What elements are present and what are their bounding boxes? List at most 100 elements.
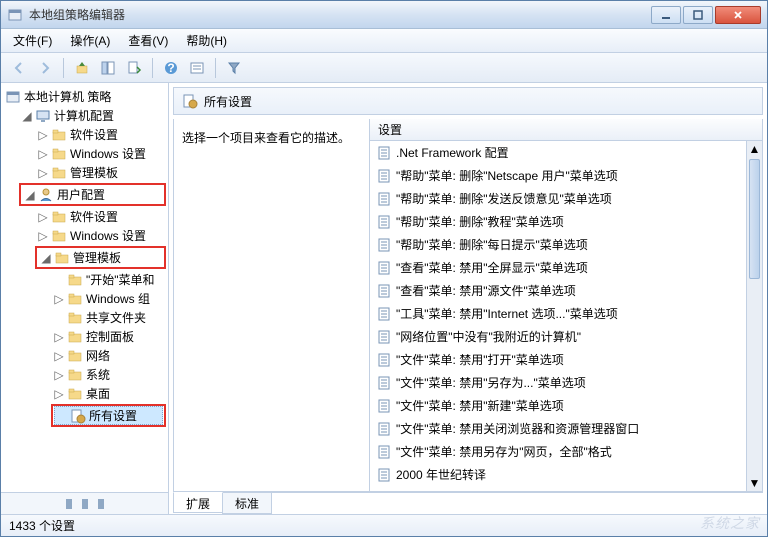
tree-cc-windows[interactable]: ▷Windows 设置: [35, 144, 166, 163]
policy-root-icon: [5, 89, 21, 105]
tree-label: 软件设置: [70, 208, 118, 225]
list-item[interactable]: "查看"菜单: 禁用"全屏显示"菜单选项: [370, 256, 746, 279]
list-item[interactable]: "文件"菜单: 禁用关闭浏览器和资源管理器窗口: [370, 417, 746, 440]
menu-file[interactable]: 文件(F): [5, 30, 60, 51]
tree-desktop[interactable]: ▷桌面: [51, 384, 166, 403]
export-button[interactable]: [122, 56, 146, 80]
details-pane: 所有设置 选择一个项目来查看它的描述。 设置 .Net Framework 配置…: [169, 83, 767, 514]
scroll-up-icon[interactable]: ▲: [747, 141, 762, 157]
policy-item-icon: [376, 283, 392, 299]
expand-icon[interactable]: ▷: [37, 230, 49, 242]
tree-cc-admin[interactable]: ▷ 管理模板: [35, 163, 166, 182]
expand-icon[interactable]: ▷: [53, 350, 65, 362]
tree-cc-software[interactable]: ▷ 软件设置: [35, 125, 166, 144]
tree-label: 计算机配置: [54, 107, 114, 124]
tree-root[interactable]: 本地计算机 策略: [3, 87, 166, 106]
list-item[interactable]: "查看"菜单: 禁用"源文件"菜单选项: [370, 279, 746, 302]
list-item[interactable]: .Net Framework 配置: [370, 141, 746, 164]
show-hide-tree-button[interactable]: [96, 56, 120, 80]
list-item-label: "查看"菜单: 禁用"全屏显示"菜单选项: [396, 259, 588, 276]
list-item[interactable]: "文件"菜单: 禁用另存为"网页，全部"格式: [370, 440, 746, 463]
tree-network[interactable]: ▷ 网络: [51, 346, 166, 365]
tree-computer-config[interactable]: ◢ 计算机配置: [19, 106, 166, 125]
list-item[interactable]: "文件"菜单: 禁用"另存为..."菜单选项: [370, 371, 746, 394]
folder-icon: [67, 367, 83, 383]
list-item[interactable]: "文件"菜单: 禁用"新建"菜单选项: [370, 394, 746, 417]
collapse-icon[interactable]: ◢: [21, 110, 33, 122]
expand-icon[interactable]: ▷: [53, 293, 65, 305]
tree-uc-windows[interactable]: ▷Windows 设置: [35, 226, 166, 245]
tree-windows-comp[interactable]: ▷Windows 组: [51, 289, 166, 308]
titlebar[interactable]: 本地组策略编辑器: [1, 1, 767, 29]
folder-icon: [51, 165, 67, 181]
scroll-down-icon[interactable]: ▼: [747, 475, 762, 491]
details-title: 所有设置: [204, 93, 252, 110]
maximize-button[interactable]: [683, 6, 713, 24]
tree-system[interactable]: ▷系统: [51, 365, 166, 384]
tree-start-menu[interactable]: "开始"菜单和: [51, 270, 166, 289]
forward-button[interactable]: [33, 56, 57, 80]
list-item[interactable]: "网络位置"中没有"我附近的计算机": [370, 325, 746, 348]
svg-text:?: ?: [167, 61, 174, 75]
tree-scroll[interactable]: 本地计算机 策略 ◢ 计算机配置 ▷ 软件设置 ▷Windows 设置 ▷ 管理模板: [1, 83, 168, 492]
expand-icon[interactable]: ▷: [37, 167, 49, 179]
tree-uc-admin[interactable]: ◢管理模板: [38, 248, 163, 267]
list-item[interactable]: "工具"菜单: 禁用"Internet 选项..."菜单选项: [370, 302, 746, 325]
up-button[interactable]: [70, 56, 94, 80]
user-icon: [38, 187, 54, 203]
folder-icon: [67, 348, 83, 364]
tree-all-settings[interactable]: 所有设置: [54, 406, 163, 425]
minimize-button[interactable]: [651, 6, 681, 24]
settings-list-icon: [70, 408, 86, 424]
list-item[interactable]: "帮助"菜单: 删除"每日提示"菜单选项: [370, 233, 746, 256]
column-header-setting[interactable]: 设置: [370, 119, 762, 141]
expand-icon[interactable]: ▷: [37, 129, 49, 141]
tree-label: 用户配置: [57, 186, 105, 203]
expand-icon[interactable]: ▷: [53, 369, 65, 381]
folder-icon: [54, 250, 70, 266]
help-button[interactable]: ?: [159, 56, 183, 80]
tree-uc-software[interactable]: ▷ 软件设置: [35, 207, 166, 226]
back-button[interactable]: [7, 56, 31, 80]
list-item[interactable]: "帮助"菜单: 删除"教程"菜单选项: [370, 210, 746, 233]
vertical-scrollbar[interactable]: ▲ ▼: [746, 141, 762, 491]
tree-control-panel[interactable]: ▷控制面板: [51, 327, 166, 346]
collapse-icon[interactable]: ◢: [24, 189, 36, 201]
expand-icon[interactable]: ▷: [53, 388, 65, 400]
menu-help[interactable]: 帮助(H): [178, 30, 235, 51]
left-pane-footer: [1, 492, 168, 514]
policy-item-icon: [376, 214, 392, 230]
description-text: 选择一个项目来查看它的描述。: [182, 131, 350, 145]
expand-icon[interactable]: ▷: [37, 211, 49, 223]
computer-icon: [35, 108, 51, 124]
tree-label: 管理模板: [70, 164, 118, 181]
toolbar-sep: [63, 58, 64, 78]
tab-extended[interactable]: 扩展: [173, 492, 223, 513]
collapse-icon[interactable]: ◢: [40, 252, 52, 264]
list-item[interactable]: "帮助"菜单: 删除"Netscape 用户"菜单选项: [370, 164, 746, 187]
policy-item-icon: [376, 467, 392, 483]
close-button[interactable]: [715, 6, 761, 24]
list-item-label: "帮助"菜单: 删除"Netscape 用户"菜单选项: [396, 167, 618, 184]
properties-button[interactable]: [185, 56, 209, 80]
tree-user-config[interactable]: ◢ 用户配置: [22, 185, 163, 204]
expand-icon[interactable]: ▷: [37, 148, 49, 160]
filter-button[interactable]: [222, 56, 246, 80]
tree-label: 网络: [86, 347, 110, 364]
list-item-label: "文件"菜单: 禁用"打开"菜单选项: [396, 351, 564, 368]
menu-action[interactable]: 操作(A): [62, 30, 118, 51]
tree-label: 软件设置: [70, 126, 118, 143]
tree-shared-folders[interactable]: 共享文件夹: [51, 308, 166, 327]
tab-standard[interactable]: 标准: [222, 493, 272, 514]
expand-icon[interactable]: ▷: [53, 331, 65, 343]
list-item[interactable]: "帮助"菜单: 删除"发送反馈意见"菜单选项: [370, 187, 746, 210]
list-item[interactable]: "文件"菜单: 禁用"打开"菜单选项: [370, 348, 746, 371]
list-item[interactable]: 2000 年世纪转译: [370, 463, 746, 486]
settings-list[interactable]: .Net Framework 配置 "帮助"菜单: 删除"Netscape 用户"…: [370, 141, 746, 491]
details-header: 所有设置: [173, 87, 763, 115]
window-frame: 本地组策略编辑器 文件(F) 操作(A) 查看(V) 帮助(H) ? 本地计算机…: [0, 0, 768, 537]
menu-view[interactable]: 查看(V): [120, 30, 176, 51]
tree-label: 所有设置: [89, 407, 137, 424]
scroll-thumb[interactable]: [749, 159, 760, 279]
folder-icon: [51, 209, 67, 225]
